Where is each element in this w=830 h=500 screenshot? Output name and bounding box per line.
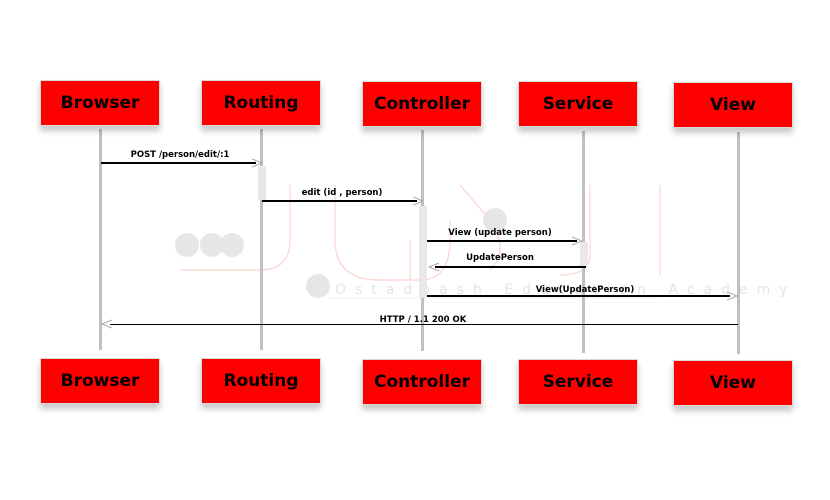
activation-controller bbox=[419, 206, 427, 298]
actor-controller-bottom: Controller bbox=[362, 359, 482, 405]
arrowhead-right-icon bbox=[572, 236, 584, 246]
actor-routing-top: Routing bbox=[201, 80, 321, 126]
activation-routing bbox=[258, 166, 266, 200]
actor-label: View bbox=[710, 373, 756, 393]
message-arrow-edit bbox=[262, 200, 417, 202]
actor-label: Service bbox=[542, 94, 614, 114]
arrowhead-left-icon bbox=[427, 262, 439, 272]
sequence-diagram: Ostadbash Education Academy Browser Rout… bbox=[0, 0, 830, 500]
arrowhead-right-icon bbox=[727, 291, 739, 301]
message-label-post-edit: POST /person/edit/:1 bbox=[130, 150, 230, 160]
arrowhead-right-icon bbox=[252, 158, 264, 168]
actor-label: Controller bbox=[373, 94, 470, 114]
actor-label: Browser bbox=[60, 371, 140, 391]
actor-service-bottom: Service bbox=[518, 359, 638, 405]
actor-label: Routing bbox=[223, 371, 299, 391]
message-label-update-person: UpdatePerson bbox=[466, 253, 534, 263]
actor-browser-bottom: Browser bbox=[40, 358, 160, 404]
arrowhead-right-icon bbox=[413, 196, 425, 206]
message-arrow-view-update-person bbox=[427, 240, 577, 242]
actor-service-top: Service bbox=[518, 81, 638, 127]
lifeline-view bbox=[737, 132, 740, 354]
message-arrow-view-updateperson bbox=[427, 295, 730, 297]
actor-routing-bottom: Routing bbox=[201, 358, 321, 404]
actor-browser-top: Browser bbox=[40, 80, 160, 126]
actor-view-bottom: View bbox=[673, 360, 793, 406]
message-label-view-updateperson: View(UpdatePerson) bbox=[535, 285, 635, 295]
actor-label: Controller bbox=[373, 372, 470, 392]
message-arrow-update-person bbox=[435, 266, 586, 268]
actor-label: Browser bbox=[60, 93, 140, 113]
actor-controller-top: Controller bbox=[362, 81, 482, 127]
actor-label: Routing bbox=[223, 93, 299, 113]
message-label-edit: edit (id , person) bbox=[301, 188, 383, 198]
message-label-view-update-person: View (update person) bbox=[448, 228, 552, 238]
message-arrow-post-edit bbox=[101, 162, 256, 164]
message-arrow-http-ok bbox=[110, 324, 738, 325]
actor-label: Service bbox=[542, 372, 614, 392]
actor-label: View bbox=[710, 95, 756, 115]
actor-view-top: View bbox=[673, 82, 793, 128]
arrowhead-left-icon bbox=[100, 319, 112, 329]
